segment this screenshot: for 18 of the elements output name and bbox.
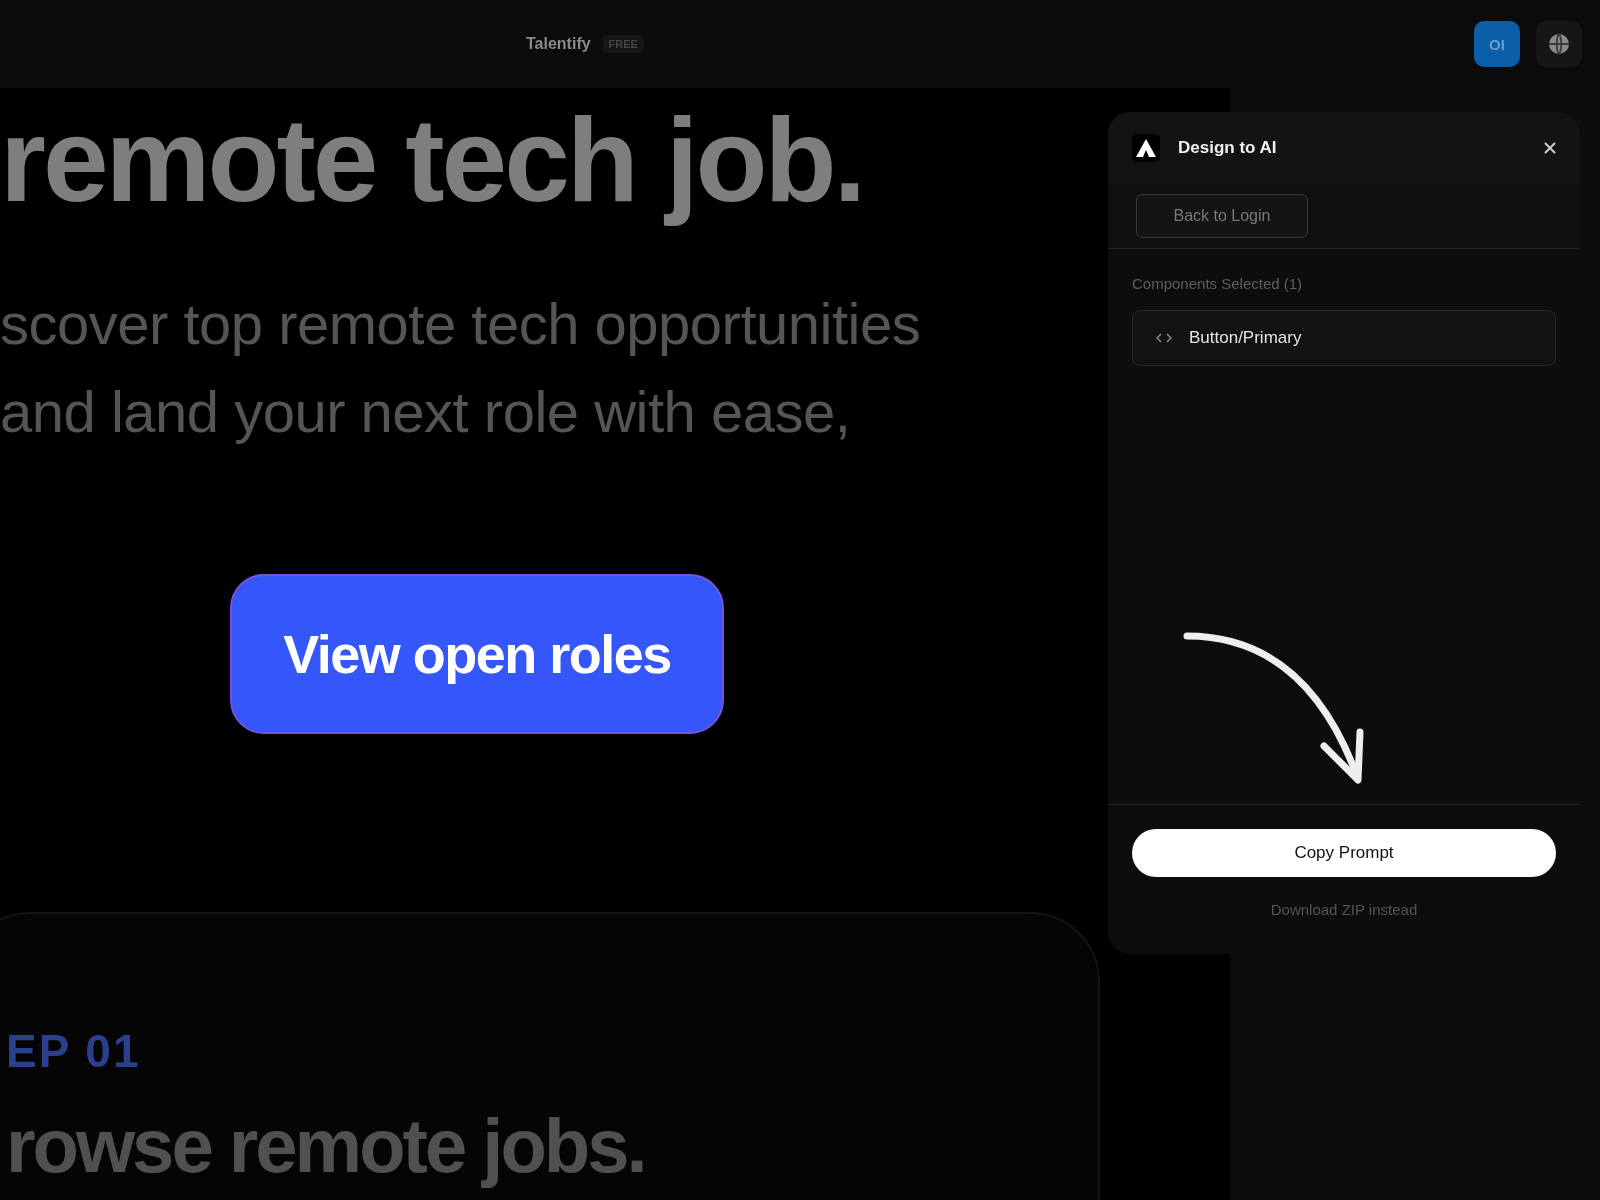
view-roles-button[interactable]: View open roles	[230, 574, 724, 734]
code-icon	[1155, 332, 1173, 344]
language-button[interactable]	[1536, 21, 1582, 67]
step-label: EP 01	[6, 1024, 141, 1078]
subtitle-line: scover top remote tech opportunities	[0, 290, 921, 358]
component-item[interactable]: Button/Primary	[1132, 310, 1556, 366]
component-name: Button/Primary	[1189, 328, 1302, 348]
app-name: Talentify	[526, 35, 591, 53]
close-icon	[1544, 142, 1556, 154]
subtitle-line: and land your next role with ease,	[0, 378, 851, 446]
copy-prompt-button[interactable]: Copy Prompt	[1132, 829, 1556, 877]
headline: remote tech job.	[0, 93, 864, 228]
section-label: Components Selected (1)	[1132, 275, 1304, 292]
step-title: rowse remote jobs.	[6, 1102, 645, 1189]
back-to-login-button[interactable]: Back to Login	[1136, 194, 1308, 238]
globe-icon	[1547, 32, 1571, 56]
panel-title: Design to AI	[1178, 138, 1278, 158]
logo-icon	[1132, 134, 1160, 162]
